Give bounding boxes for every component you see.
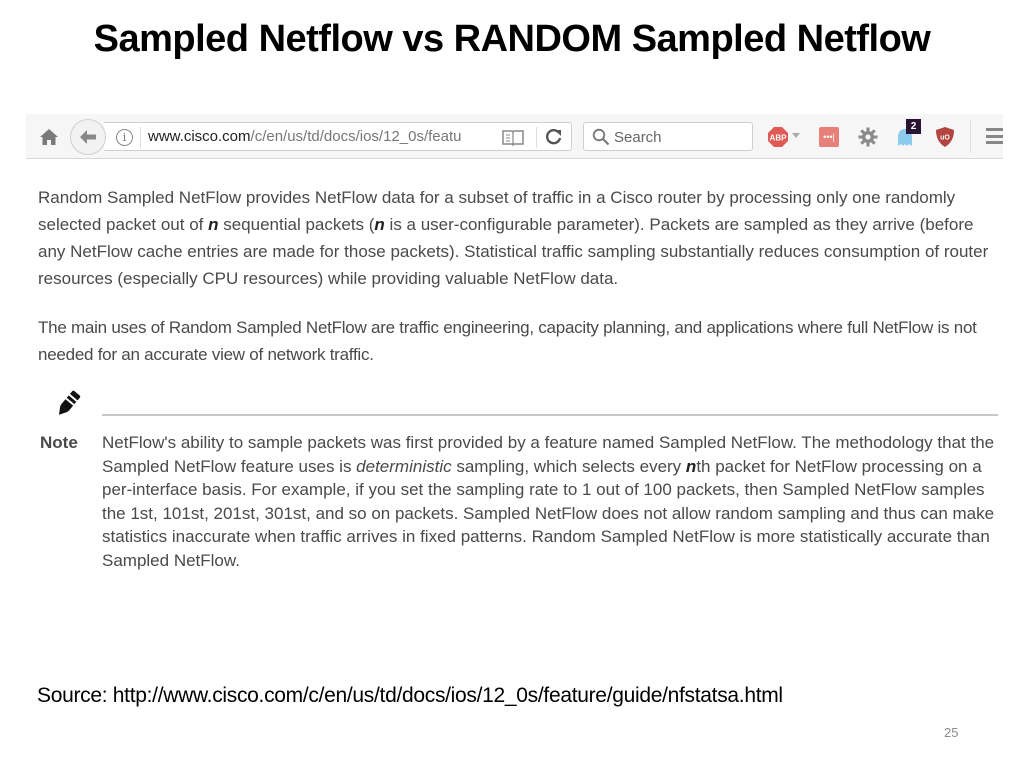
url-text[interactable]: www.cisco.com/c/en/us/td/docs/ios/12_0s/… (148, 128, 478, 145)
article-content: Random Sampled NetFlow provides NetFlow … (38, 184, 998, 572)
paragraph-intro: Random Sampled NetFlow provides NetFlow … (38, 184, 998, 292)
page-number: 25 (944, 725, 959, 740)
ublock-label: uO (940, 135, 950, 142)
url-divider (140, 127, 141, 148)
text-span: sequential packets ( (218, 215, 375, 234)
back-button[interactable] (70, 119, 106, 155)
menu-bar (986, 134, 1003, 138)
lastpass-icon[interactable]: •••| (819, 127, 839, 147)
pencil-icon (52, 388, 82, 418)
paragraph-uses: The main uses of Random Sampled NetFlow … (38, 318, 977, 364)
adblock-plus-icon[interactable]: ABP (767, 126, 789, 148)
emphasis-deterministic: deterministic (356, 456, 452, 476)
note-divider (102, 414, 998, 416)
source-citation: Source: http://www.cisco.com/c/en/us/td/… (37, 684, 783, 707)
note-label: Note (40, 433, 78, 452)
url-divider-2 (536, 127, 537, 148)
hamburger-menu-icon[interactable] (986, 128, 1003, 144)
abp-label: ABP (770, 134, 788, 143)
variable-n: n (374, 215, 385, 234)
toolbar-divider (970, 120, 971, 153)
menu-bar (986, 128, 1003, 131)
ublock-origin-icon[interactable]: uO (935, 126, 955, 148)
menu-bar (986, 141, 1003, 144)
search-box[interactable] (583, 122, 753, 151)
slide-title: Sampled Netflow vs RANDOM Sampled Netflo… (93, 18, 931, 60)
search-input[interactable] (614, 127, 744, 147)
browser-screenshot: i www.cisco.com/c/en/us/td/docs/ios/12_0… (26, 114, 1003, 604)
ghostery-count-badge: 2 (906, 119, 921, 134)
info-icon[interactable]: i (116, 129, 133, 146)
adblock-dropdown-arrow-icon[interactable] (792, 133, 800, 138)
home-icon[interactable] (38, 126, 60, 148)
url-domain: www.cisco.com (148, 128, 251, 145)
text-span: sampling, which selects every (451, 456, 686, 476)
reader-view-icon[interactable] (502, 129, 524, 147)
search-icon (592, 128, 610, 146)
reload-icon[interactable] (544, 127, 564, 147)
url-bar[interactable]: i www.cisco.com/c/en/us/td/docs/ios/12_0… (104, 122, 572, 151)
note-block: Note NetFlow's ability to sample packets… (38, 431, 998, 572)
browser-toolbar: i www.cisco.com/c/en/us/td/docs/ios/12_0… (26, 114, 1003, 159)
variable-n: n (685, 456, 697, 476)
gear-icon[interactable] (857, 126, 879, 148)
url-path: /c/en/us/td/docs/ios/12_0s/featu (250, 128, 462, 145)
variable-n: n (208, 215, 219, 234)
note-header (38, 388, 998, 430)
back-arrow-icon (80, 130, 96, 144)
